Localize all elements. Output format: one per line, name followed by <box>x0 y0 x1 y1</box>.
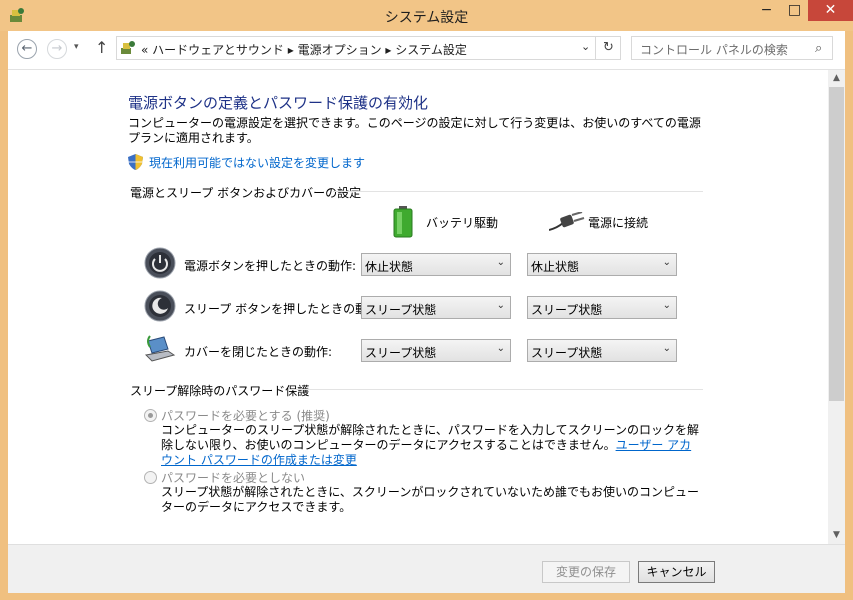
select-value: 休止状態 <box>531 260 580 274</box>
scroll-up-button[interactable]: ▲ <box>828 70 845 87</box>
chevron-down-icon: ⌄ <box>496 257 505 268</box>
power-button-icon <box>144 247 176 279</box>
forward-button[interactable]: → <box>47 39 67 59</box>
chevron-down-icon: ⌄ <box>662 300 671 311</box>
recent-locations-icon[interactable]: ▾ <box>74 42 79 52</box>
search-icon[interactable]: ⌕ <box>815 41 822 56</box>
plugged-column-header: 電源に接続 <box>588 216 649 230</box>
search-input[interactable]: コントロール パネルの検索 ⌕ <box>631 36 833 60</box>
battery-column-header: バッテリ駆動 <box>426 216 499 230</box>
lid-close-plugged-select[interactable]: スリープ状態 ⌄ <box>527 339 677 362</box>
shield-icon <box>128 154 143 170</box>
sleep-button-battery-select[interactable]: スリープ状態 ⌄ <box>361 296 511 319</box>
power-button-plugged-select[interactable]: 休止状態 ⌄ <box>527 253 677 276</box>
chevron-down-icon: ⌄ <box>496 343 505 354</box>
change-unavailable-settings-link[interactable]: 現在利用可能ではない設定を変更します <box>149 154 365 171</box>
select-value: スリープ状態 <box>365 346 437 360</box>
require-password-radio[interactable] <box>144 409 157 422</box>
chevron-down-icon[interactable]: ⌄ <box>581 40 590 53</box>
page-description: コンピューターの電源設定を選択できます。このページの設定に対して行う変更は、お使… <box>128 116 701 145</box>
content-pane: 電源ボタンの定義とパスワード保護の有効化 コンピューターの電源設定を選択できます… <box>8 70 845 544</box>
window-title: システム設定 <box>384 10 469 26</box>
up-button[interactable]: ↑ <box>95 38 108 57</box>
plug-icon <box>549 212 585 231</box>
navigation-bar: ← → ▾ ↑ « ハードウェアとサウンド ▸ 電源オプション ▸ システム設定… <box>8 31 845 70</box>
minimize-button[interactable]: − <box>752 0 781 21</box>
password-section-title: スリープ解除時のパスワード保護 <box>130 384 310 398</box>
laptop-lid-icon <box>144 335 176 362</box>
title-bar[interactable]: システム設定 − □ ✕ <box>0 0 853 31</box>
divider <box>290 389 703 390</box>
refresh-button[interactable]: ↻ <box>595 37 621 59</box>
save-button[interactable]: 変更の保存 <box>542 561 630 583</box>
back-button[interactable]: ← <box>17 39 37 59</box>
sleep-button-plugged-select[interactable]: スリープ状態 ⌄ <box>527 296 677 319</box>
search-placeholder: コントロール パネルの検索 <box>640 43 788 57</box>
lid-close-label: カバーを閉じたときの動作: <box>184 345 333 359</box>
chevron-down-icon: ⌄ <box>662 257 671 268</box>
breadcrumb[interactable]: « ハードウェアとサウンド ▸ 電源オプション ▸ システム設定 <box>141 41 467 58</box>
lid-close-battery-select[interactable]: スリープ状態 ⌄ <box>361 339 511 362</box>
chevron-down-icon: ⌄ <box>496 300 505 311</box>
select-value: スリープ状態 <box>531 346 603 360</box>
select-value: スリープ状態 <box>365 303 437 317</box>
battery-icon <box>393 206 413 238</box>
vertical-scrollbar[interactable]: ▲ ▼ <box>828 70 845 544</box>
chevron-down-icon: ⌄ <box>662 343 671 354</box>
maximize-button[interactable]: □ <box>781 0 808 21</box>
sleep-button-icon <box>144 290 176 322</box>
window: システム設定 − □ ✕ ← → ▾ ↑ « ハードウェアとサウンド ▸ 電源オ… <box>0 0 853 600</box>
sleep-button-label: スリープ ボタンを押したときの動作: <box>184 302 384 316</box>
scroll-down-button[interactable]: ▼ <box>828 527 845 544</box>
power-button-label: 電源ボタンを押したときの動作: <box>184 259 357 273</box>
select-value: 休止状態 <box>365 260 414 274</box>
scroll-thumb[interactable] <box>829 87 844 401</box>
no-password-description: スリープ状態が解除されたときに、スクリーンがロックされていないため誰でもお使いの… <box>161 485 699 514</box>
control-panel-icon <box>121 41 135 54</box>
cancel-button[interactable]: キャンセル <box>638 561 715 583</box>
no-password-label[interactable]: パスワードを必要としない <box>161 469 305 486</box>
require-password-label[interactable]: パスワードを必要とする (推奨) <box>161 407 330 424</box>
no-password-radio[interactable] <box>144 471 157 484</box>
power-section-title: 電源とスリープ ボタンおよびカバーの設定 <box>130 186 362 200</box>
select-value: スリープ状態 <box>531 303 603 317</box>
page-title: 電源ボタンの定義とパスワード保護の有効化 <box>128 94 429 112</box>
require-password-description: コンピューターのスリープ状態が解除されたときに、パスワードを入力してスクリーンの… <box>161 423 699 467</box>
power-button-battery-select[interactable]: 休止状態 ⌄ <box>361 253 511 276</box>
close-button[interactable]: ✕ <box>808 0 853 21</box>
footer-bar: 変更の保存 キャンセル <box>8 544 845 593</box>
divider <box>333 191 703 192</box>
address-field[interactable]: « ハードウェアとサウンド ▸ 電源オプション ▸ システム設定 ⌄ ↻ <box>116 36 621 60</box>
